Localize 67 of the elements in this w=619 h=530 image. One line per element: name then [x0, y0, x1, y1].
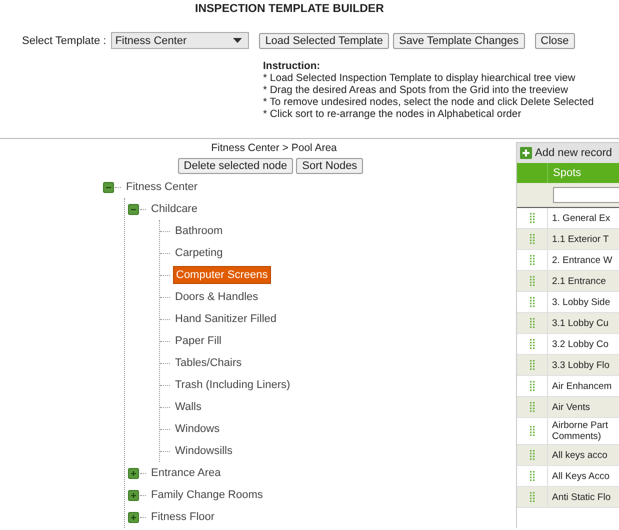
table-cell-text: 1. General Ex — [551, 212, 612, 226]
tree-node[interactable]: Carpeting — [173, 245, 225, 261]
table-cell-text: Airborne Part Comments) — [551, 419, 609, 444]
page-title: INSPECTION TEMPLATE BUILDER — [194, 2, 385, 15]
table-cell-text: All keys acco — [551, 448, 608, 462]
tree-node[interactable]: Hand Sanitizer Filled — [173, 311, 278, 327]
expand-icon[interactable] — [128, 490, 139, 500]
expand-icon[interactable] — [128, 512, 139, 522]
collapse-icon[interactable] — [128, 204, 139, 214]
collapse-icon[interactable] — [103, 182, 114, 192]
tree-node[interactable]: Trash (Including Liners) — [173, 377, 292, 393]
sort-nodes-button[interactable]: Sort Nodes — [296, 158, 364, 174]
tree-node[interactable]: Walls — [173, 399, 204, 415]
tree-node[interactable]: Fitness Floor — [149, 509, 217, 525]
delete-node-button[interactable]: Delete selected node — [178, 158, 294, 174]
tree-node[interactable]: Childcare — [149, 201, 200, 217]
table-cell-text: All Keys Acco — [551, 470, 611, 484]
tree-node[interactable]: Windows — [173, 421, 222, 437]
drag-handle-icon[interactable] — [530, 276, 534, 286]
drag-handle-icon[interactable] — [530, 402, 534, 412]
tree-node[interactable]: Paper Fill — [173, 333, 224, 349]
save-changes-button[interactable]: Save Template Changes — [393, 32, 525, 48]
drag-handle-icon[interactable] — [530, 360, 534, 370]
table-cell-text: 2. Entrance W — [551, 254, 614, 268]
drag-handle-icon[interactable] — [530, 318, 534, 328]
drag-handle-icon[interactable] — [530, 381, 534, 391]
table-cell-text: 3.2 Lobby Co — [551, 338, 610, 352]
table-cell-text: Anti Static Flo — [551, 490, 612, 504]
drag-handle-icon[interactable] — [530, 234, 534, 244]
tree-node[interactable]: Entrance Area — [149, 465, 223, 481]
drag-handle-icon[interactable] — [530, 471, 534, 481]
drag-handle-icon[interactable] — [530, 255, 534, 265]
table-cell-text: 2.1 Entrance — [551, 274, 607, 288]
template-dropdown[interactable]: Fitness Center — [111, 32, 250, 49]
tree-node[interactable]: Computer Screens — [173, 266, 271, 284]
tree-node[interactable]: Windowsills — [173, 443, 234, 459]
instruction-line: * To remove undesired nodes, select the node and click Delete Selected — [263, 97, 595, 109]
drag-handle-icon[interactable] — [530, 426, 534, 436]
tree-node[interactable]: Family Change Rooms — [149, 487, 265, 503]
drag-handle-icon[interactable] — [530, 339, 534, 349]
filter-field[interactable] — [553, 187, 619, 203]
instruction-line: * Click sort to re-arrange the nodes in Alphabetical order — [263, 109, 522, 121]
close-button[interactable]: Close — [534, 32, 575, 48]
table-cell-text: 3.1 Lobby Cu — [551, 316, 610, 330]
drag-handle-icon[interactable] — [530, 213, 534, 223]
instruction-heading: Instruction: — [263, 61, 322, 73]
tree-node[interactable]: Fitness Center — [124, 179, 200, 195]
instruction-line: * Drag the desired Areas and Spots from the Grid into the treeview — [263, 85, 569, 97]
table-cell-text: 3.3 Lobby Flo — [551, 358, 611, 372]
select-label: Select Template : — [22, 34, 106, 46]
table-cell-text: Air Vents — [551, 400, 592, 414]
drag-handle-icon[interactable] — [530, 492, 534, 502]
tree-node[interactable]: Tables/Chairs — [173, 355, 244, 371]
drag-handle-icon[interactable] — [530, 297, 534, 307]
table-cell-text: Air Enhancem — [551, 380, 613, 394]
breadcrumb: Fitness Center > Pool Area — [210, 141, 338, 154]
expand-icon[interactable] — [128, 468, 139, 478]
plus-icon — [520, 147, 532, 159]
add-record-button[interactable]: Add new record — [520, 147, 612, 159]
caret-icon — [233, 38, 242, 44]
table-cell-text: 3. Lobby Side — [551, 296, 612, 310]
drag-handle-icon[interactable] — [530, 450, 534, 460]
table-cell-text: 1.1 Exterior T — [551, 232, 610, 246]
tree-node[interactable]: Doors & Handles — [173, 289, 260, 305]
instruction-line: * Load Selected Inspection Template to display hiearchical tree view — [263, 73, 576, 85]
load-template-button[interactable]: Load Selected Template — [259, 32, 390, 48]
tree-node[interactable]: Bathroom — [173, 223, 225, 239]
